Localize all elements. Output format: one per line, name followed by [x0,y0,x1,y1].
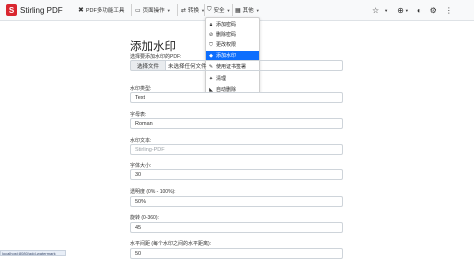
menu-item-label: 删除密码 [216,32,237,38]
rotation-input[interactable]: 45 [130,222,343,233]
nav-item-pdf-multitool[interactable]: ✖ PDF多功能工具 [78,0,124,20]
file-name-display[interactable]: 未选择任何文件 [165,60,343,71]
chevron-down-icon: ▼ [226,7,231,13]
multitool-icon: ✖ [78,7,84,14]
watermark-text-label: 水印文本: [130,138,152,144]
nav-item-label: 安全 [213,8,225,14]
choose-file-button[interactable]: 选择文件 [130,60,166,71]
nav-right-tools: ☆ ▼ ⊕ ▼ ◐ ⚙ ⋮ [372,0,453,20]
page-title: 添加水印 [130,41,176,53]
file-icon: ▭ [135,7,141,14]
menu-item-remove-password[interactable]: ⊘ 删除密码 [206,30,259,39]
nav-divider [177,4,178,16]
font-size-input[interactable]: 30 [130,169,343,180]
shield-icon: ⛉ [207,6,212,13]
settings-gear-icon[interactable]: ⚙ [430,6,437,15]
menu-item-add-watermark[interactable]: ◆ 添加水印 [206,51,259,60]
shield-check-icon: ⛉ [209,41,213,48]
chevron-down-icon: ▼ [255,7,260,13]
file-input-label: 选择要添加水印的PDF: [130,54,182,60]
unlock-icon: ⊘ [208,31,214,38]
opacity-label: 透明度 (0% - 100%): [130,189,176,195]
menu-item-add-password[interactable]: 🔒︎ 添加密码 [206,20,259,29]
menu-item-change-permissions[interactable]: ⛉ 更改权限 [206,40,259,49]
menu-item-label: 添加密码 [216,22,237,28]
watermark-text-input[interactable]: Stirling-PDF [130,144,343,155]
clean-icon: ✦ [208,75,214,82]
star-icon[interactable]: ☆ [372,6,379,15]
nav-divider [204,4,205,16]
watermark-type-select[interactable]: Text [130,92,343,103]
nav-item-label: 页面操作 [142,8,165,14]
dark-mode-icon[interactable]: ◐ [417,6,422,15]
more-menu-icon[interactable]: ⋮ [445,6,453,15]
nav-item-label: PDF多功能工具 [85,8,125,14]
grid-icon: ▦ [235,7,241,14]
chevron-down-icon[interactable]: ▼ [384,8,388,13]
language-icon[interactable]: ⊕ [397,6,404,15]
brand-name: Stirling PDF [20,5,63,15]
lock-icon: 🔒︎ [209,21,213,28]
opacity-input[interactable]: 50% [130,196,343,207]
nav-item-page-ops[interactable]: ▭ 页面操作 ▼ [135,0,171,20]
convert-icon: ⇄ [181,7,187,14]
nav-item-label: 其他 [242,8,254,14]
horizontal-spacing-label: 水平间距 (每个水印之间的水平距离): [130,241,212,247]
droplet-icon: ◆ [209,52,213,59]
rotation-label: 旋转 (0-360): [130,215,159,221]
status-url-bar: localhost:8080/add-watermark [0,250,66,256]
menu-item-label: 清理 [216,76,227,82]
font-size-label: 字体大小: [130,163,152,169]
horizontal-spacing-input[interactable]: 50 [130,248,343,259]
menu-item-label: 添加水印 [216,53,237,59]
brand-link[interactable]: S Stirling PDF [6,0,63,20]
chevron-down-icon[interactable]: ▼ [405,8,409,13]
alphabet-select[interactable]: Roman [130,118,343,129]
menu-item-sanitize[interactable]: ✦ 清理 [206,74,259,83]
nav-divider [232,4,233,16]
menu-item-label: 更改权限 [216,42,237,48]
nav-item-label: 转换 [188,8,200,14]
alphabet-label: 字母表: [130,112,147,118]
chevron-down-icon: ▼ [166,7,171,13]
security-dropdown-menu: 🔒︎ 添加密码 ⊘ 删除密码 ⛉ 更改权限 ◆ 添加水印 ✎ 使用证书签署 ✦ … [205,17,260,99]
watermark-type-label: 水印类型: [130,86,152,92]
nav-item-convert[interactable]: ⇄ 转换 ▼ [181,0,205,20]
stirling-logo-icon: S [6,4,17,16]
nav-divider [131,4,132,16]
